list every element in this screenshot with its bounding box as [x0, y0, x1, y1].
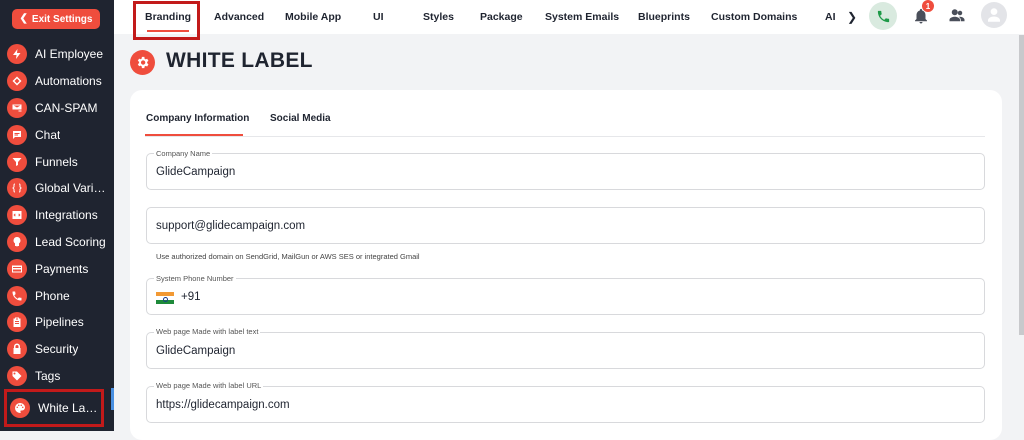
sidebar-item-ai-employee[interactable]: AI Employee	[0, 41, 114, 68]
support-email-value: support@glidecampaign.com	[156, 220, 306, 232]
sidebar-item-label: Security	[35, 342, 79, 357]
sidebar-item-can-spam[interactable]: CAN-SPAM	[0, 95, 114, 122]
lock-icon	[7, 339, 27, 360]
tab-ai[interactable]: AI	[825, 0, 836, 34]
made-with-text-label: Web page Made with label text	[154, 327, 261, 336]
tab-label: Package	[480, 11, 523, 23]
sidebar-item-label: Chat	[35, 127, 61, 142]
exit-settings-button[interactable]: ❮ Exit Settings	[12, 9, 100, 29]
subtab-active-indicator	[145, 134, 243, 136]
page-scrollbar[interactable]	[1019, 35, 1024, 335]
made-with-url-field[interactable]: https://glidecampaign.com	[146, 386, 985, 423]
palette-icon	[10, 398, 30, 419]
company-name-field[interactable]: GlideCampaign	[146, 153, 985, 190]
tab-mobile-app[interactable]: Mobile App	[285, 0, 341, 34]
sidebar-scrollbar[interactable]	[111, 388, 114, 410]
tab-custom-domains[interactable]: Custom Domains	[711, 0, 797, 34]
company-name-value: GlideCampaign	[156, 166, 236, 178]
tab-package[interactable]: Package	[480, 0, 523, 34]
made-with-text-value: GlideCampaign	[156, 345, 236, 357]
user-avatar[interactable]	[981, 2, 1007, 28]
subtab-divider	[145, 136, 985, 137]
tab-label: Styles	[423, 11, 454, 23]
tab-ui[interactable]: UI	[373, 0, 384, 34]
clipboard-icon	[7, 312, 27, 333]
sidebar-item-tags[interactable]: Tags	[0, 363, 114, 390]
phone-country-code: +91	[181, 291, 201, 303]
support-email-field[interactable]: support@glidecampaign.com	[146, 207, 985, 244]
exit-settings-label: Exit Settings	[31, 13, 93, 25]
sidebar-item-label: Lead Scoring	[35, 234, 106, 249]
tab-label: System Emails	[545, 11, 620, 23]
sidebar-item-label: Integrations	[35, 208, 98, 223]
sidebar-item-label: Payments	[35, 261, 89, 276]
tab-blueprints[interactable]: Blueprints	[638, 0, 690, 34]
sidebar-item-automations[interactable]: Automations	[0, 68, 114, 95]
tab-label: AI	[825, 11, 836, 23]
sidebar-item-pipelines[interactable]: Pipelines	[0, 309, 114, 336]
made-with-text-field[interactable]: GlideCampaign	[146, 332, 985, 369]
tab-advanced[interactable]: Advanced	[214, 0, 264, 34]
system-phone-field[interactable]: +91	[146, 278, 985, 315]
gear-icon	[130, 50, 155, 75]
sidebar-item-label: White Label	[38, 401, 101, 416]
email-hint: Use authorized domain on SendGrid, MailG…	[156, 252, 420, 261]
sidebar-item-label: Phone	[35, 288, 70, 303]
top-navigation: Branding Advanced Mobile App UI Styles P…	[114, 0, 1024, 40]
tab-branding[interactable]: Branding	[145, 0, 191, 34]
tab-label: Branding	[145, 11, 192, 23]
sidebar-item-chat[interactable]: Chat	[0, 121, 114, 148]
sidebar-item-security[interactable]: Security	[0, 336, 114, 363]
sidebar: ❮ Exit Settings AI Employee Automations CA…	[0, 0, 114, 431]
bolt-icon	[7, 44, 27, 65]
tab-label: Blueprints	[638, 11, 690, 23]
sidebar-item-label: Global Variables	[35, 181, 111, 196]
sidebar-item-payments[interactable]: Payments	[0, 255, 114, 282]
user-icon	[988, 8, 1000, 22]
tab-system-emails[interactable]: System Emails	[545, 0, 619, 34]
tab-label: Custom Domains	[711, 11, 798, 23]
made-with-url-label: Web page Made with label URL	[154, 381, 264, 390]
made-with-url-value: https://glidecampaign.com	[156, 399, 290, 411]
sidebar-item-label: Automations	[35, 74, 102, 89]
tab-label: UI	[373, 11, 384, 23]
users-icon[interactable]	[947, 7, 967, 25]
sidebar-nav: AI Employee Automations CAN-SPAM Chat Funnel…	[0, 41, 114, 428]
sidebar-item-funnels[interactable]: Funnels	[0, 148, 114, 175]
sidebar-item-global-variables[interactable]: Global Variables	[0, 175, 114, 202]
sidebar-item-label: Pipelines	[35, 315, 84, 330]
sidebar-item-label: AI Employee	[35, 47, 104, 62]
phone-call-button[interactable]	[869, 2, 897, 30]
card-icon	[7, 258, 27, 279]
flow-icon	[7, 71, 27, 92]
phone-icon	[7, 285, 27, 306]
sidebar-item-lead-scoring[interactable]: Lead Scoring	[0, 229, 114, 256]
score-icon	[7, 231, 27, 252]
chat-icon	[7, 124, 27, 145]
mail-block-icon	[7, 97, 27, 118]
subtab-social-media[interactable]: Social Media	[270, 113, 331, 124]
funnel-icon	[7, 151, 27, 172]
company-name-label: Company Name	[154, 149, 213, 158]
chevron-right-icon[interactable]: ❯	[847, 10, 857, 24]
sidebar-item-integrations[interactable]: Integrations	[0, 202, 114, 229]
sidebar-item-label: Tags	[35, 368, 61, 383]
tab-styles[interactable]: Styles	[423, 0, 454, 34]
page-title: WHITE LABEL	[166, 49, 313, 72]
system-phone-label: System Phone Number	[154, 274, 236, 283]
phone-icon	[877, 10, 889, 22]
tag-icon	[7, 365, 27, 386]
sidebar-item-phone[interactable]: Phone	[0, 282, 114, 309]
sidebar-item-label: CAN-SPAM	[35, 100, 98, 115]
sidebar-item-label: Funnels	[35, 154, 78, 169]
subtab-company-information[interactable]: Company Information	[146, 113, 249, 124]
tab-label: Advanced	[214, 11, 265, 23]
tab-label: Mobile App	[285, 11, 342, 23]
india-flag-icon[interactable]	[156, 292, 174, 304]
code-icon	[7, 205, 27, 226]
braces-icon	[7, 178, 27, 199]
sidebar-item-white-label[interactable]: White Label	[4, 389, 104, 428]
chevron-left-icon: ❮	[19, 13, 28, 24]
notification-badge: 1	[922, 0, 934, 12]
